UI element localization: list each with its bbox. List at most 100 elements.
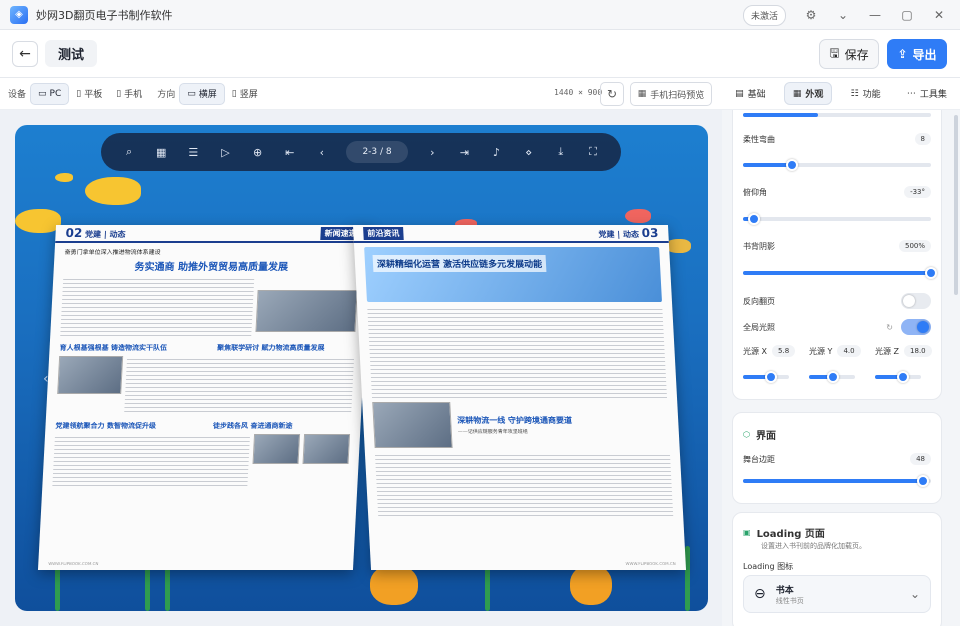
orientation-portrait[interactable]: ▯ 竖屏 bbox=[225, 83, 265, 105]
global-light-label: 全局光照 bbox=[743, 322, 775, 332]
book-icon: ⊖ bbox=[754, 586, 766, 602]
maximize-icon[interactable]: ▢ bbox=[894, 4, 920, 26]
stage-margin-label: 舞台边距 bbox=[743, 454, 775, 464]
page-footer: WWW.FLIPBOOK.COM.CN bbox=[625, 561, 676, 566]
stage-margin-value[interactable]: 48 bbox=[910, 453, 931, 465]
light-x-slider[interactable] bbox=[743, 371, 789, 383]
device-phone[interactable]: ▯ 手机 bbox=[109, 83, 149, 105]
table-of-contents-icon[interactable]: ☰ bbox=[177, 146, 209, 159]
refresh-icon: ↻ bbox=[606, 87, 618, 101]
light-z-slider[interactable] bbox=[875, 371, 921, 383]
app-logo-icon: ◈ bbox=[10, 5, 28, 24]
page-section: 党建 | 动态 bbox=[598, 230, 640, 239]
light-z-value[interactable]: 18.0 bbox=[904, 345, 932, 357]
zoom-in-icon[interactable]: ⊕ bbox=[242, 146, 274, 159]
orientation-landscape[interactable]: ▭ 横屏 bbox=[179, 82, 225, 105]
share-icon[interactable]: ⋄ bbox=[513, 146, 545, 159]
book-page-left[interactable]: 02 党建 | 动态 新闻速递 奋勇门拿单位深入推进物流体系建设 务实通商 助推… bbox=[37, 225, 372, 570]
article-heading: 徒步践各风 奋进通商新途 bbox=[212, 422, 293, 430]
light-z-label: 光源 Z bbox=[875, 346, 900, 356]
page-number: 03 bbox=[641, 226, 659, 240]
article-photo bbox=[255, 290, 358, 332]
shadow-value[interactable]: 500% bbox=[898, 240, 931, 252]
fullscreen-icon[interactable]: ⛶ bbox=[577, 145, 609, 159]
device-tablet[interactable]: ▯ 平板 bbox=[69, 83, 109, 105]
interface-title: 界面 bbox=[755, 431, 776, 442]
previous-page-icon[interactable]: ‹ bbox=[306, 146, 338, 159]
device-pc[interactable]: ▭ PC bbox=[30, 82, 70, 105]
fish-decoration bbox=[55, 173, 73, 182]
qr-preview-button[interactable]: ▦ 手机扫码预览 bbox=[630, 82, 712, 106]
light-x-value[interactable]: 5.8 bbox=[772, 345, 796, 357]
chevron-down-icon: ⌄ bbox=[909, 587, 920, 601]
page-3d-card: 柔性弯曲 8 俯仰角 -33° 书背阴影 500% 反向翻页 全局光照 ↻ 光源… bbox=[732, 110, 942, 400]
article-photo bbox=[57, 356, 124, 394]
pitch-slider[interactable] bbox=[743, 213, 931, 225]
device-bar: 设备 ▭ PC ▯ 平板 ▯ 手机 方向 ▭ 横屏 ▯ 竖屏 1440 × 900 ↻ ▦… bbox=[0, 78, 722, 110]
reset-icon[interactable]: ↻ bbox=[886, 323, 893, 332]
flex-value[interactable]: 8 bbox=[914, 133, 931, 145]
article-kicker: 奋勇门拿单位深入推进物流体系建设 bbox=[64, 249, 161, 256]
first-page-icon[interactable]: ⇤ bbox=[274, 146, 306, 159]
settings-panel: 柔性弯曲 8 俯仰角 -33° 书背阴影 500% 反向翻页 全局光照 ↻ 光源… bbox=[722, 110, 960, 626]
fish-decoration bbox=[85, 177, 141, 205]
play-icon[interactable]: ▷ bbox=[209, 146, 241, 159]
project-title[interactable]: 测试 bbox=[45, 40, 97, 67]
viewer-toolbar: ⌕ ▦ ☰ ▷ ⊕ ⇤ ‹ 2-3 / 8 › ⇥ ♪ ⋄ ⤓ ⛶ bbox=[101, 133, 621, 171]
sliders-icon: ☷ bbox=[850, 88, 859, 99]
loading-title: Loading 页面 bbox=[756, 529, 825, 540]
loading-icon-label: Loading 图标 bbox=[743, 562, 794, 571]
tab-features[interactable]: ☷ 功能 bbox=[843, 83, 889, 104]
loading-icon-select[interactable]: ⊖ 书本 线性书页 ⌄ bbox=[743, 575, 931, 613]
global-light-toggle[interactable] bbox=[901, 319, 931, 335]
top-slider[interactable] bbox=[743, 113, 931, 117]
tab-appearance[interactable]: ▦ 外观 bbox=[783, 82, 833, 105]
flipbook[interactable]: 02 党建 | 动态 新闻速递 奋勇门拿单位深入推进物流体系建设 务实通商 助推… bbox=[37, 225, 687, 570]
light-y-label: 光源 Y bbox=[809, 346, 833, 356]
article-heading: 深耕物流一线 守护跨境通商要道 bbox=[456, 416, 573, 425]
save-icon: 🖫 bbox=[829, 45, 840, 60]
back-button[interactable]: ← bbox=[12, 41, 38, 67]
article-photo bbox=[372, 402, 453, 448]
article-heading: 党建领航聚合力 数智物流促升级 bbox=[55, 422, 157, 430]
tab-basic[interactable]: ▤ 基础 bbox=[727, 83, 774, 104]
flex-slider[interactable] bbox=[743, 159, 931, 171]
minimize-icon[interactable]: — bbox=[862, 4, 888, 26]
next-page-icon[interactable]: › bbox=[416, 146, 448, 159]
activate-badge[interactable]: 未激活 bbox=[742, 4, 786, 26]
preview-stage[interactable]: ⌕ ▦ ☰ ▷ ⊕ ⇤ ‹ 2-3 / 8 › ⇥ ♪ ⋄ ⤓ ⛶ ‹ › 02… bbox=[15, 125, 708, 611]
stage-margin-slider[interactable] bbox=[743, 475, 931, 487]
page-indicator[interactable]: 2-3 / 8 bbox=[345, 141, 409, 163]
thumbnails-icon[interactable]: ▦ bbox=[145, 146, 177, 159]
tab-toolset[interactable]: ⋯ 工具集 bbox=[899, 83, 955, 104]
save-button[interactable]: 🖫 保存 bbox=[819, 39, 879, 69]
close-icon[interactable]: ✕ bbox=[926, 4, 952, 26]
book-page-right[interactable]: 前沿资讯 党建 | 动态 03 深耕精细化运营 激活供应链多元发展动能 深耕物流… bbox=[352, 225, 687, 570]
export-button[interactable]: ⇪ 导出 bbox=[887, 39, 947, 69]
light-y-value[interactable]: 4.0 bbox=[837, 345, 861, 357]
loading-option-subtitle: 线性书页 bbox=[775, 596, 804, 605]
device-label: 设备 bbox=[8, 90, 27, 100]
loading-description: 设置进入书刊前的品牌化加载页。 bbox=[761, 542, 866, 550]
grid-icon: ▦ bbox=[792, 88, 802, 99]
chevron-down-icon[interactable]: ⌄ bbox=[830, 4, 856, 26]
sound-icon[interactable]: ♪ bbox=[480, 146, 512, 159]
article-photo bbox=[302, 434, 351, 464]
shadow-slider[interactable] bbox=[743, 267, 937, 279]
article-heading: 育人根基强根基 铸造物流实干队伍 bbox=[59, 344, 168, 352]
last-page-icon[interactable]: ⇥ bbox=[448, 146, 480, 159]
loading-card: ▣ Loading 页面 设置进入书刊前的品牌化加载页。 Loading 图标 … bbox=[732, 512, 942, 626]
refresh-button[interactable]: ↻ bbox=[600, 82, 624, 106]
search-icon[interactable]: ⌕ bbox=[113, 145, 145, 159]
pitch-value[interactable]: -33° bbox=[904, 186, 931, 198]
article-photo bbox=[252, 434, 301, 464]
settings-scrollbar[interactable] bbox=[954, 115, 958, 295]
upload-icon: ⇪ bbox=[897, 47, 908, 61]
shadow-label: 书背阴影 bbox=[743, 241, 775, 251]
reverse-flip-toggle[interactable] bbox=[901, 293, 931, 309]
page-number: 02 bbox=[65, 226, 83, 240]
light-y-slider[interactable] bbox=[809, 371, 855, 383]
settings-icon[interactable]: ⚙ bbox=[798, 4, 824, 26]
download-icon[interactable]: ⤓ bbox=[545, 145, 577, 159]
settings-tabs: ▤ 基础 ▦ 外观 ☷ 功能 ⋯ 工具集 bbox=[722, 78, 960, 110]
